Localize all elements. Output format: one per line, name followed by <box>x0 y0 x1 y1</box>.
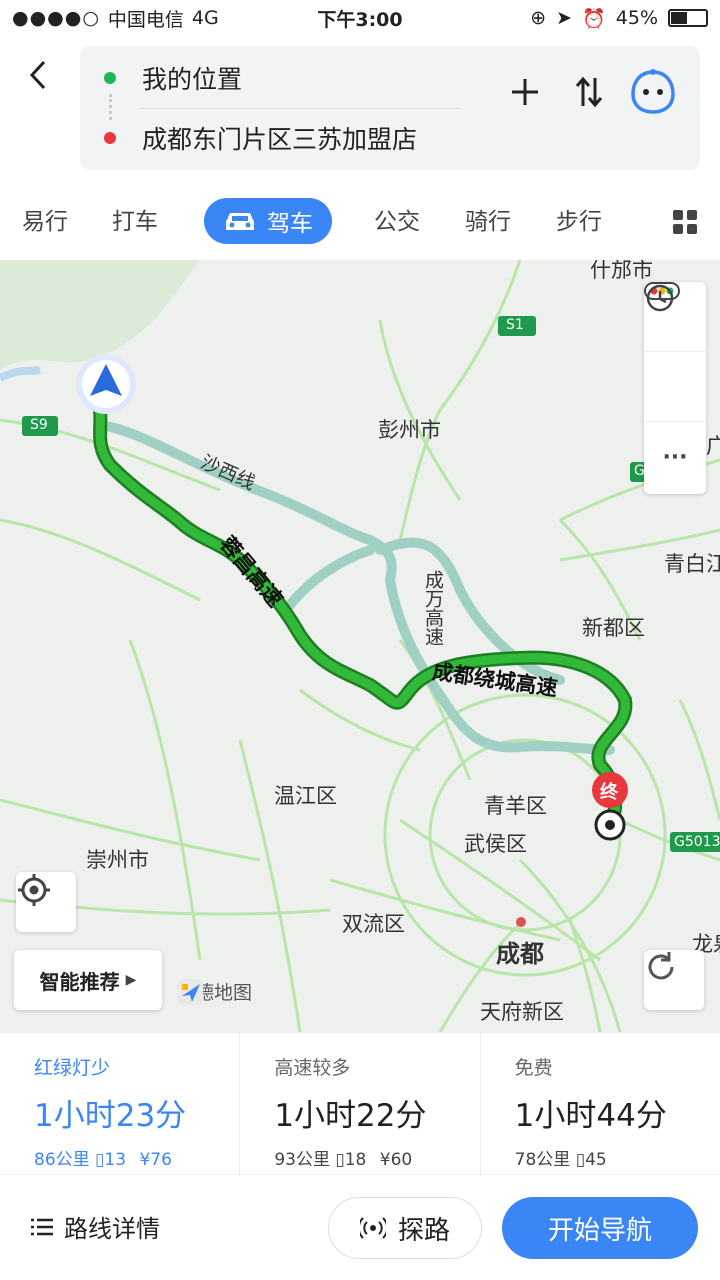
route-duration: 1小时22分 <box>274 1098 427 1134</box>
smart-recommend-button[interactable]: 智能推荐 ▶ <box>14 950 162 1010</box>
route-option-1[interactable]: 红绿灯少 1小时23分 86公里 ▯13 ¥76 <box>0 1033 241 1174</box>
refresh-route-button[interactable] <box>644 950 704 1010</box>
route-light-count: 13 <box>104 1150 127 1170</box>
map-label-pengzhou: 彭州市 <box>378 418 441 442</box>
destination-field[interactable]: 成都东门片区三苏加盟店 <box>104 120 417 156</box>
route-meta: 93公里 ▯18 ¥60 <box>274 1145 479 1170</box>
clock: 下午3:00 <box>317 8 403 31</box>
destination-dot-icon <box>104 132 116 144</box>
map-label-guang: 广 <box>706 434 720 458</box>
swap-icon <box>575 76 603 108</box>
route-connector <box>109 94 112 120</box>
end-marker-label: 终 <box>600 782 618 803</box>
route-light-count: 18 <box>344 1150 367 1170</box>
map-label-shuangliu: 双流区 <box>342 912 405 936</box>
smart-recommend-label: 智能推荐 <box>39 969 120 994</box>
ellipsis-icon: ··· <box>662 444 688 470</box>
tab-taxi[interactable]: 打车 <box>112 202 158 236</box>
shield-g5013: G5013 <box>674 834 720 850</box>
probe-label: 探路 <box>397 1215 450 1246</box>
map-label-qingyang: 青羊区 <box>484 794 547 818</box>
traffic-light-count-icon: ▯ <box>95 1150 105 1170</box>
battery-icon <box>668 9 708 27</box>
more-options-button[interactable]: ··· <box>644 422 706 492</box>
amap-logo-icon <box>177 979 203 1005</box>
route-tag: 高速较多 <box>274 1057 351 1079</box>
origin-text: 我的位置 <box>142 65 243 94</box>
add-waypoint-button[interactable] <box>510 76 540 116</box>
traffic-light-count-icon: ▯ <box>575 1150 586 1170</box>
route-detail-label: 路线详情 <box>64 1215 160 1243</box>
tab-bus[interactable]: 公交 <box>374 202 420 236</box>
triangle-right-icon: ▶ <box>125 972 137 988</box>
route-tag: 免费 <box>514 1057 553 1079</box>
refresh-icon <box>648 952 674 980</box>
map-label-shifang: 什邡市 <box>590 260 653 282</box>
route-detail-button[interactable]: 路线详情 <box>30 1209 160 1244</box>
route-options: 红绿灯少 1小时23分 86公里 ▯13 ¥76 高速较多 1小时22分 93公… <box>0 1032 720 1174</box>
destination-text: 成都东门片区三苏加盟店 <box>142 125 418 154</box>
bottom-actions: 路线详情 探路 开始导航 <box>0 1174 720 1280</box>
tab-drive-label: 驾车 <box>267 211 313 237</box>
route-distance: 86公里 <box>34 1150 90 1170</box>
map-view[interactable]: 什邡市 S1 S9 G 广 彭州市 沙西线 成万高速 青白江 新都区 蓉昌高速 … <box>0 260 720 1032</box>
list-icon <box>31 1218 53 1235</box>
crosshair-icon <box>18 874 50 906</box>
probe-route-button[interactable]: 探路 <box>328 1197 482 1259</box>
map-label-chengwan: 成万高速 <box>422 570 444 646</box>
divider <box>140 108 460 109</box>
shield-s1: S1 <box>506 317 524 333</box>
status-bar: ●●●●○ 中国电信 4G 下午3:00 ⊕ ➤ ⏰ 45% <box>0 0 720 36</box>
map-side-controls: ··· <box>644 282 706 494</box>
map-label-qingbaijiang: 青白江 <box>664 552 720 576</box>
broadcast-icon <box>359 1217 386 1239</box>
route-meta: 86公里 ▯13 ¥76 <box>34 1145 239 1170</box>
locate-me-button[interactable] <box>16 872 76 932</box>
route-meta: 78公里 ▯45 <box>515 1145 720 1170</box>
address-box: 我的位置 成都东门片区三苏加盟店 <box>80 46 700 170</box>
route-duration: 1小时44分 <box>514 1098 667 1134</box>
transport-tabs: 易行 打车 驾车 公交 骑行 步行 <box>0 182 720 260</box>
tab-drive[interactable]: 驾车 <box>204 198 332 244</box>
start-navigation-label: 开始导航 <box>547 1215 652 1246</box>
route-distance: 93公里 <box>274 1150 330 1170</box>
more-modes-grid-icon[interactable] <box>673 210 697 234</box>
map-label-wuhou: 武侯区 <box>464 832 527 856</box>
route-distance: 78公里 <box>514 1150 571 1170</box>
tab-yixing[interactable]: 易行 <box>22 202 68 236</box>
tab-walk[interactable]: 步行 <box>556 202 602 236</box>
traffic-light-count-icon: ▯ <box>335 1150 345 1170</box>
map-label-chengdu: 成都 <box>496 940 544 968</box>
route-duration: 1小时23分 <box>34 1098 187 1134</box>
shield-s9: S9 <box>30 417 48 433</box>
plus-icon <box>512 79 538 105</box>
route-tag: 红绿灯少 <box>34 1057 111 1079</box>
tab-bike[interactable]: 骑行 <box>465 202 511 236</box>
origin-field[interactable]: 我的位置 <box>104 60 242 96</box>
route-toll: ¥76 <box>139 1150 172 1170</box>
back-button[interactable] <box>24 58 54 90</box>
car-icon <box>226 213 254 230</box>
swap-button[interactable] <box>574 76 604 117</box>
route-header: 我的位置 成都东门片区三苏加盟店 <box>0 36 720 182</box>
amap-logo: 高德地图 <box>176 978 252 1005</box>
map-label-wenjiang: 温江区 <box>274 784 337 808</box>
route-toll: ¥60 <box>379 1150 413 1170</box>
route-option-3[interactable]: 免费 1小时44分 78公里 ▯45 <box>481 1033 720 1174</box>
clock-icon <box>646 284 674 312</box>
origin-dot-icon <box>104 72 116 84</box>
assistant-robot-icon <box>631 69 675 114</box>
start-navigation-button[interactable]: 开始导航 <box>502 1197 698 1259</box>
assistant-button[interactable] <box>630 68 676 125</box>
route-light-count: 45 <box>585 1150 607 1170</box>
future-time-button[interactable] <box>644 284 706 422</box>
map-label-tianfu: 天府新区 <box>480 1000 564 1024</box>
route-option-2[interactable]: 高速较多 1小时22分 93公里 ▯18 ¥60 <box>240 1033 481 1174</box>
chevron-left-icon <box>29 60 46 90</box>
map-label-chongzhou: 崇州市 <box>86 848 149 872</box>
map-label-xindu: 新都区 <box>582 616 645 640</box>
